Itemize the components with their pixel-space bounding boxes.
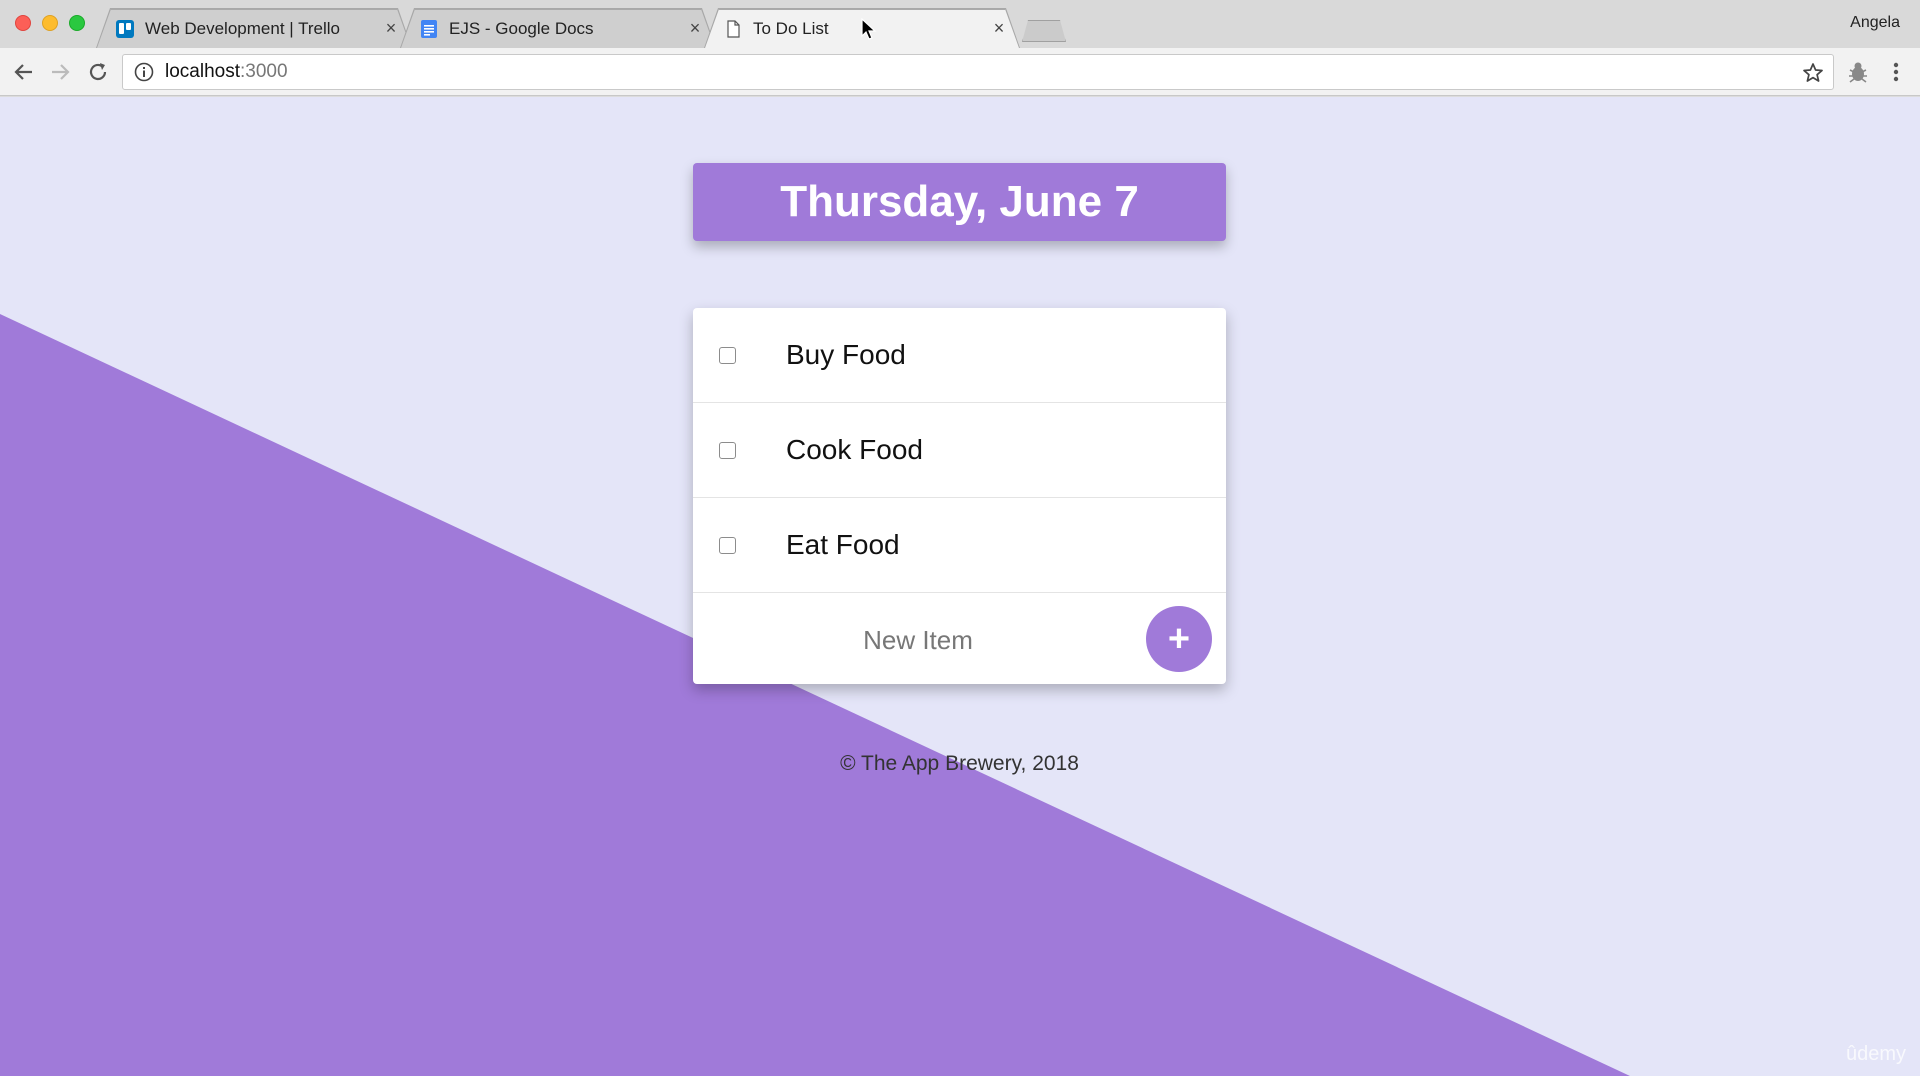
item-checkbox[interactable] — [719, 346, 736, 364]
info-icon[interactable] — [133, 61, 155, 83]
add-item-button[interactable]: + — [1146, 606, 1212, 672]
new-item-form: + — [693, 593, 1226, 686]
page-icon — [727, 19, 740, 38]
item-label: Buy Food — [786, 339, 906, 370]
forward-button[interactable] — [46, 58, 74, 86]
day-heading-box: Thursday, June 7 — [693, 163, 1226, 241]
udemy-watermark: ûdemy — [1845, 1043, 1906, 1065]
address-bar[interactable]: localhost :3000 — [122, 54, 1834, 90]
day-heading: Thursday, June 7 — [780, 177, 1139, 226]
footer-copyright: © The App Brewery, 2018 — [840, 752, 1079, 775]
item-label: Cook Food — [786, 434, 923, 465]
browser-toolbar: localhost :3000 — [0, 48, 1920, 96]
item-label: Eat Food — [786, 529, 900, 560]
item-checkbox[interactable] — [719, 536, 736, 554]
google-docs-icon — [421, 19, 437, 38]
list-item: Buy Food — [693, 308, 1226, 403]
reload-button[interactable] — [84, 58, 112, 86]
list-item: Cook Food — [693, 403, 1226, 498]
mouse-cursor-icon — [861, 18, 877, 40]
more-menu-icon[interactable] — [1884, 59, 1908, 85]
bookmark-star-icon[interactable] — [1801, 61, 1825, 85]
new-item-input[interactable] — [733, 615, 1103, 665]
tab-title: Web Development | Trello — [145, 18, 340, 38]
forward-arrow-icon — [52, 64, 70, 80]
back-button[interactable] — [10, 58, 38, 86]
tab-strip: Web Development | Trello × EJS - Google … — [0, 0, 1920, 48]
maximize-window-button[interactable] — [69, 15, 85, 31]
back-arrow-icon — [14, 64, 32, 80]
minimize-window-button[interactable] — [42, 15, 58, 31]
tab-close-icon[interactable]: × — [381, 18, 401, 39]
tab-close-icon[interactable]: × — [989, 18, 1009, 39]
extension-bug-icon[interactable] — [1846, 59, 1870, 85]
page-viewport: Thursday, June 7 Buy Food Cook Food Eat … — [0, 97, 1920, 1076]
trello-icon — [116, 19, 134, 38]
tab-title: EJS - Google Docs — [449, 18, 594, 38]
list-item: Eat Food — [693, 498, 1226, 593]
profile-name[interactable]: Angela — [1850, 14, 1900, 32]
url-host: localhost — [165, 61, 240, 82]
item-checkbox[interactable] — [719, 441, 736, 459]
browser-window: Web Development | Trello × EJS - Google … — [0, 0, 1920, 1076]
tab-close-icon[interactable]: × — [685, 18, 705, 39]
reload-icon — [89, 63, 107, 81]
new-tab-button[interactable] — [1022, 20, 1066, 42]
close-window-button[interactable] — [15, 15, 31, 31]
url-port: :3000 — [240, 61, 288, 82]
todo-list: Buy Food Cook Food Eat Food + — [693, 308, 1226, 684]
